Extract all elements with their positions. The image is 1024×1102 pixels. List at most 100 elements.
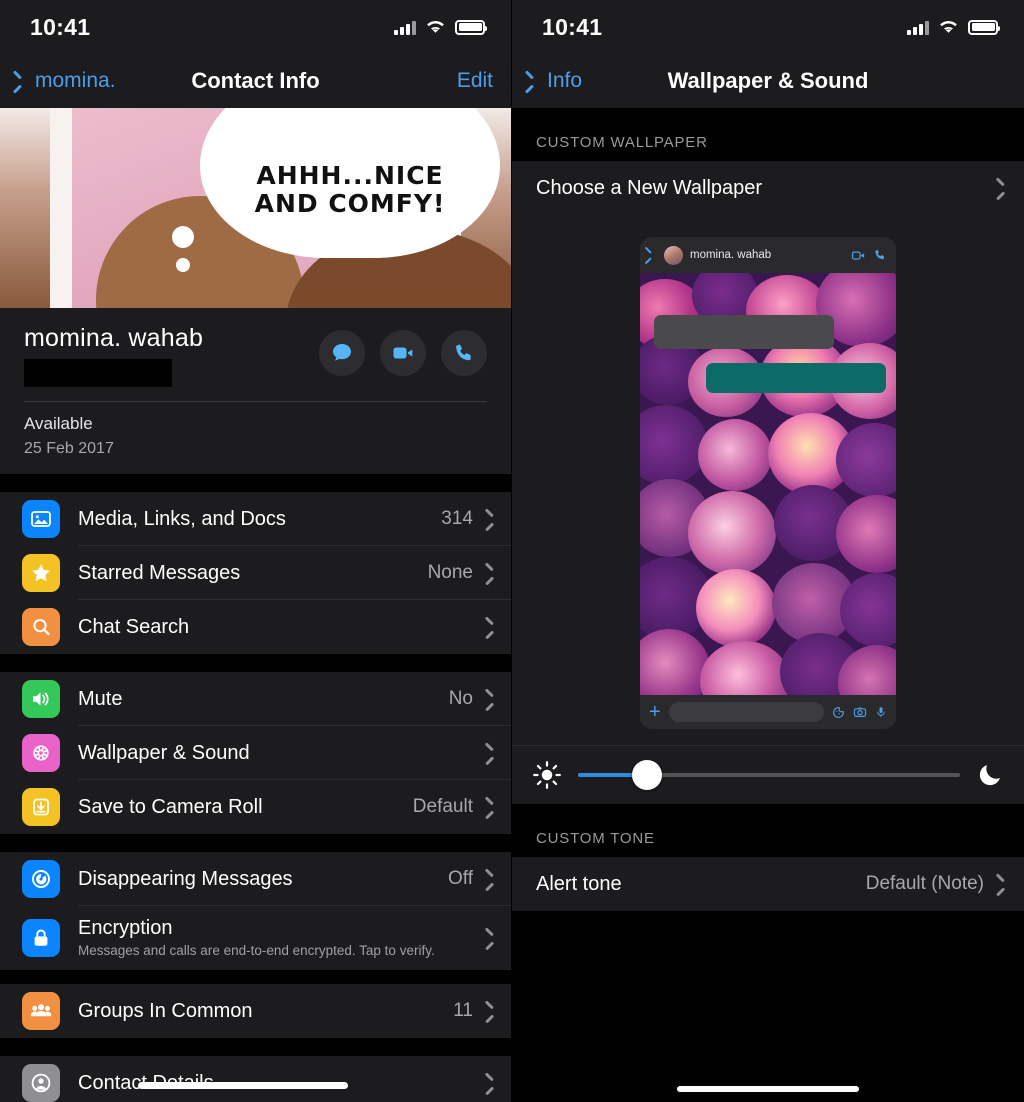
- status-text: Available: [24, 414, 93, 433]
- row-label: Disappearing Messages: [78, 867, 293, 890]
- chevron-right-icon: [996, 180, 1006, 197]
- cover-pane-left: [50, 108, 72, 308]
- status-bar-left: 10:41: [0, 0, 511, 54]
- page-title: Wallpaper & Sound: [667, 68, 869, 93]
- preview-incoming-bubble: [654, 315, 834, 349]
- preview-contact-name: momina. wahab: [690, 249, 772, 261]
- speech-bubble: AHHH...NICE AND COMFY!: [200, 108, 500, 258]
- thought-dot-large: [172, 226, 194, 248]
- back-button[interactable]: momina.: [18, 69, 116, 93]
- slider-thumb[interactable]: [631, 760, 662, 790]
- group-gap-2: [0, 654, 511, 672]
- status-time: 10:41: [30, 13, 91, 40]
- chat-preview[interactable]: momina. wahab +: [640, 237, 896, 729]
- row-label: Encryption Messages and calls are end-to…: [78, 917, 485, 960]
- row-value: Default: [412, 796, 473, 817]
- row-groups-in-common[interactable]: Groups In Common 11: [0, 984, 511, 1038]
- row-value: Default (Note): [865, 873, 984, 894]
- row-choose-new-wallpaper[interactable]: Choose a New Wallpaper: [512, 161, 1024, 215]
- microphone-icon: [877, 707, 885, 718]
- row-wallpaper-and-sound[interactable]: Wallpaper & Sound: [0, 726, 511, 780]
- preview-composer: +: [640, 695, 896, 729]
- people-icon: [22, 992, 60, 1030]
- contact-info-screen: 10:41 momina. Contact Info Edit AHHH...N…: [0, 0, 512, 1102]
- group-privacy: Disappearing Messages Off Encryption Mes…: [0, 852, 511, 970]
- timer-icon: [22, 860, 60, 898]
- speaker-icon: [22, 680, 60, 718]
- custom-tone-header: CUSTOM TONE: [512, 804, 1024, 857]
- status-time: 10:41: [542, 13, 603, 40]
- video-call-button[interactable]: [380, 330, 426, 376]
- row-disappearing-messages[interactable]: Disappearing Messages Off: [0, 852, 511, 906]
- row-value: No: [448, 688, 473, 709]
- row-media-links-docs[interactable]: Media, Links, and Docs 314: [0, 492, 511, 546]
- row-alert-tone[interactable]: Alert tone Default (Note): [512, 857, 1024, 911]
- search-icon: [22, 608, 60, 646]
- cellular-bars-icon: [907, 20, 929, 35]
- group-gap-1: [0, 474, 511, 492]
- edit-button[interactable]: Edit: [457, 69, 493, 93]
- chevron-right-icon: [485, 799, 495, 816]
- back-button[interactable]: Info: [530, 69, 582, 93]
- chevron-right-icon: [485, 565, 495, 582]
- voice-call-button[interactable]: [441, 330, 487, 376]
- chevron-right-icon: [485, 619, 495, 636]
- preview-outgoing-bubble: [706, 363, 886, 393]
- contact-name: momina. wahab: [24, 324, 204, 352]
- profile-section: momina. wahab Available 25 Feb 2017: [0, 308, 511, 474]
- group-gap-4: [0, 970, 511, 984]
- custom-wallpaper-header: CUSTOM WALLPAPER: [512, 108, 1024, 161]
- home-indicator-left: [138, 1082, 348, 1089]
- status-date: 25 Feb 2017: [24, 440, 114, 457]
- preview-chat-header: momina. wahab: [640, 237, 896, 273]
- group-settings: Mute No Wallpaper & Sound Save to Camera…: [0, 672, 511, 834]
- row-label: Wallpaper & Sound: [78, 741, 250, 764]
- camera-icon: [853, 707, 867, 717]
- nav-bar-right: Info Wallpaper & Sound: [512, 54, 1024, 108]
- speech-text: AHHH...NICE AND COMFY!: [255, 162, 446, 218]
- brightness-control: [512, 745, 1024, 804]
- star-icon: [22, 554, 60, 592]
- speech-line-1: AHHH...NICE: [256, 161, 444, 190]
- group-contact-details: Contact Details: [0, 1056, 511, 1102]
- plus-icon: +: [649, 701, 661, 723]
- profile-identity: momina. wahab: [24, 324, 203, 387]
- video-camera-icon: [393, 347, 413, 359]
- profile-header: momina. wahab: [24, 324, 487, 387]
- wallpaper-and-sound-screen: 10:41 Info Wallpaper & Sound CUSTOM WALL…: [512, 0, 1024, 1102]
- chevron-right-icon: [996, 876, 1006, 893]
- status-icons: [907, 19, 1000, 35]
- row-save-to-camera-roll[interactable]: Save to Camera Roll Default: [0, 780, 511, 834]
- chevron-right-icon: [485, 871, 495, 888]
- back-label: Info: [547, 69, 583, 92]
- group-groups-in-common: Groups In Common 11: [0, 984, 511, 1038]
- row-label: Mute: [78, 687, 123, 710]
- message-button[interactable]: [319, 330, 365, 376]
- row-starred-messages[interactable]: Starred Messages None: [0, 546, 511, 600]
- wifi-icon: [940, 20, 957, 33]
- chevron-left-icon: [18, 72, 29, 91]
- phone-icon: [455, 344, 471, 361]
- video-camera-icon: [851, 250, 865, 260]
- row-encryption[interactable]: Encryption Messages and calls are end-to…: [0, 906, 511, 970]
- row-value: Off: [448, 868, 473, 889]
- status-icons: [394, 19, 487, 35]
- row-contact-details[interactable]: Contact Details: [0, 1056, 511, 1102]
- cover-photo[interactable]: AHHH...NICE AND COMFY!: [0, 108, 511, 308]
- profile-status[interactable]: Available 25 Feb 2017: [24, 402, 487, 474]
- wallpaper-image: [640, 273, 896, 695]
- cellular-bars-icon: [394, 20, 416, 35]
- group-gap-5: [0, 1038, 511, 1056]
- row-chat-search[interactable]: Chat Search: [0, 600, 511, 654]
- row-label: Choose a New Wallpaper: [536, 176, 763, 199]
- brightness-slider[interactable]: [578, 760, 960, 790]
- row-label: Groups In Common: [78, 999, 253, 1022]
- row-mute[interactable]: Mute No: [0, 672, 511, 726]
- avatar: [664, 245, 683, 265]
- chevron-right-icon: [485, 745, 495, 762]
- battery-icon: [968, 19, 1000, 35]
- status-bar-right: 10:41: [512, 0, 1024, 54]
- flower-icon: [22, 734, 60, 772]
- sun-icon: [533, 761, 561, 789]
- moon-icon: [979, 765, 1000, 786]
